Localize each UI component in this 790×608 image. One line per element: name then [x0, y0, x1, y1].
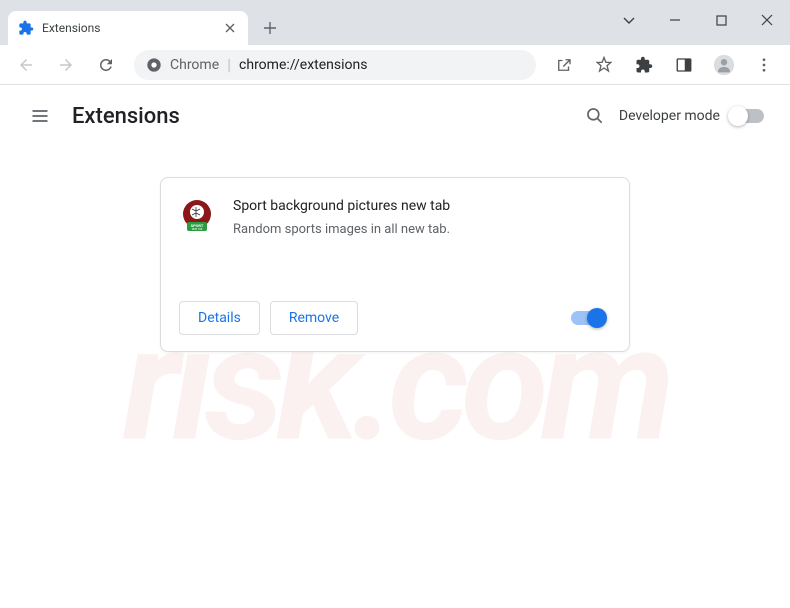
address-prefix: Chrome — [170, 57, 219, 73]
maximize-button[interactable] — [698, 0, 744, 40]
address-bar[interactable]: Chrome | chrome://extensions — [134, 50, 536, 80]
forward-button[interactable] — [48, 47, 84, 83]
search-icon[interactable] — [575, 96, 615, 136]
page-title: Extensions — [72, 104, 575, 129]
details-button[interactable]: Details — [179, 301, 260, 335]
back-button[interactable] — [8, 47, 44, 83]
extension-app-icon: SPORT NEW TAB — [179, 198, 215, 234]
close-window-button[interactable] — [744, 0, 790, 40]
extension-description: Random sports images in all new tab. — [233, 222, 611, 237]
address-url: chrome://extensions — [239, 57, 367, 73]
kebab-menu-icon[interactable] — [746, 47, 782, 83]
browser-tab[interactable]: Extensions — [8, 11, 248, 45]
bookmark-star-icon[interactable] — [586, 47, 622, 83]
developer-mode-toggle[interactable] — [730, 109, 764, 123]
profile-avatar-icon[interactable] — [706, 47, 742, 83]
address-separator: | — [227, 55, 231, 74]
tab-search-icon[interactable] — [606, 0, 652, 40]
extension-name: Sport background pictures new tab — [233, 198, 611, 214]
page-header: Extensions Developer mode — [0, 85, 790, 147]
tab-title: Extensions — [42, 21, 222, 35]
minimize-button[interactable] — [652, 0, 698, 40]
sidepanel-icon[interactable] — [666, 47, 702, 83]
chrome-logo-icon — [146, 57, 162, 73]
reload-button[interactable] — [88, 47, 124, 83]
remove-button[interactable]: Remove — [270, 301, 358, 335]
hamburger-menu-icon[interactable] — [20, 96, 60, 136]
developer-mode-label: Developer mode — [619, 108, 720, 124]
share-icon[interactable] — [546, 47, 582, 83]
extensions-content: SPORT NEW TAB Sport background pictures … — [0, 147, 790, 382]
extensions-puzzle-icon[interactable] — [626, 47, 662, 83]
tab-close-icon[interactable] — [222, 20, 238, 36]
browser-toolbar: Chrome | chrome://extensions — [0, 45, 790, 85]
extension-card: SPORT NEW TAB Sport background pictures … — [160, 177, 630, 352]
window-titlebar: Extensions — [0, 0, 790, 45]
new-tab-button[interactable] — [256, 14, 284, 42]
extension-puzzle-icon — [18, 20, 34, 36]
svg-text:NEW TAB: NEW TAB — [192, 228, 203, 231]
extension-enable-toggle[interactable] — [571, 311, 605, 325]
window-controls — [606, 0, 790, 40]
